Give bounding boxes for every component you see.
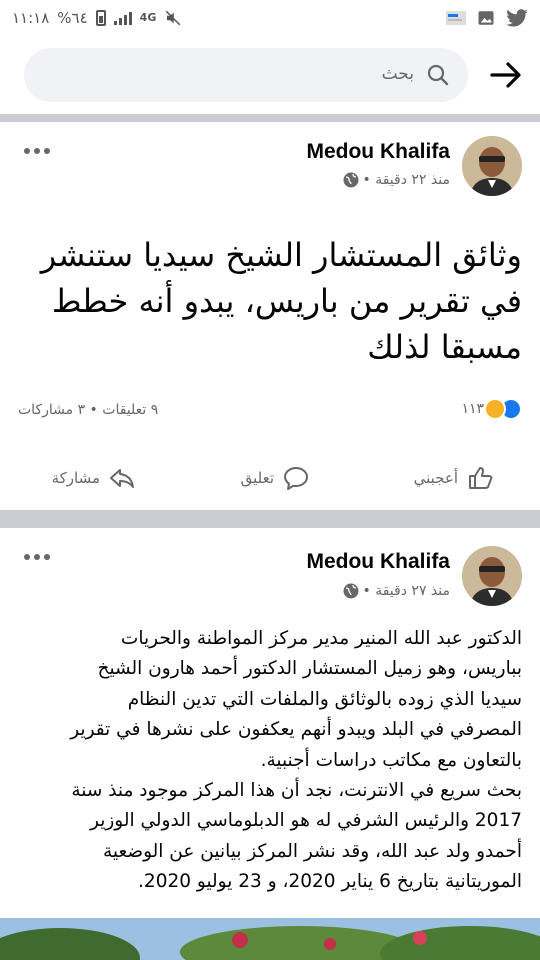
post-card: Medou Khalifa منذ ٢٧ دقيقة • الدكتور عبد… — [0, 528, 540, 960]
post-meta: منذ ٢٧ دقيقة • — [343, 583, 450, 599]
like-label: أعجبني — [413, 469, 458, 487]
section-divider — [0, 510, 540, 528]
signal-icon — [113, 11, 132, 25]
search-input[interactable]: بحث — [24, 48, 468, 102]
post-line: 2017 والرئيس الشرفي له هو الدبلوماسي الد… — [90, 810, 522, 832]
reactions-summary[interactable]: ١١٣ — [461, 398, 522, 420]
comment-button[interactable]: تعليق — [241, 456, 310, 500]
comment-icon — [284, 467, 308, 490]
status-right — [446, 9, 528, 27]
like-button[interactable]: أعجبني — [414, 456, 494, 500]
section-divider — [0, 114, 540, 122]
post-meta: منذ ٢٢ دقيقة • — [343, 172, 450, 188]
share-label: مشاركة — [51, 469, 100, 487]
post-line: أحمدو ولد عبد الله، وقد نشر المركز بياني… — [102, 840, 522, 862]
search-header: بحث — [0, 46, 540, 104]
post-time[interactable]: منذ ٢٢ دقيقة • — [363, 172, 450, 188]
search-placeholder: بحث — [381, 64, 414, 84]
avatar[interactable] — [462, 136, 522, 196]
back-arrow-icon[interactable] — [488, 60, 522, 90]
notification-icon — [446, 11, 466, 25]
post-text: وثائق المستشار الشيخ سيديا ستنشر في تقري… — [40, 236, 522, 366]
battery-percent: %٦٤ — [57, 9, 88, 27]
post-card: Medou Khalifa منذ ٢٢ دقيقة • وثائق المست… — [0, 122, 540, 510]
gallery-icon — [478, 11, 494, 25]
search-icon — [427, 64, 449, 86]
post-line: بباريس، وهو زميل المستشار الدكتور أحمد ه… — [97, 658, 523, 680]
reaction-icons — [484, 398, 522, 420]
like-icon — [469, 467, 493, 489]
more-options-icon[interactable] — [24, 146, 54, 156]
post-actions: أعجبني تعليق مشاركة — [0, 456, 540, 500]
comments-shares-count[interactable]: ٩ تعليقات • ٣ مشاركات — [18, 402, 158, 418]
mute-icon — [166, 10, 181, 26]
post-line: بحث سريع في الانترنت، نجد أن هذا المركز … — [71, 780, 522, 802]
avatar-image — [462, 136, 522, 196]
clock: ١١:١٨ — [12, 9, 50, 27]
status-bar: ١١:١٨ %٦٤ 4G — [0, 0, 540, 36]
post-author[interactable]: Medou Khalifa — [306, 550, 450, 574]
post-line: الدكتور عبد الله المنير مدير مركز المواط… — [120, 628, 522, 649]
more-options-icon[interactable] — [24, 552, 54, 562]
network-type: 4G — [139, 11, 157, 24]
photo-image — [0, 918, 540, 960]
post-time[interactable]: منذ ٢٧ دقيقة • — [363, 583, 450, 599]
status-left: ١١:١٨ %٦٤ 4G — [12, 9, 182, 27]
post-line: الموريتانية بتاريخ 6 يناير 2020، و 23 يو… — [138, 871, 522, 893]
twitter-icon — [506, 9, 528, 27]
avatar[interactable] — [462, 546, 522, 606]
post-photo[interactable] — [0, 918, 540, 960]
post-author[interactable]: Medou Khalifa — [306, 140, 450, 164]
battery-icon — [95, 10, 106, 26]
share-icon — [110, 469, 134, 488]
share-button[interactable]: مشاركة — [52, 456, 136, 500]
post-line: بالتعاون مع مكاتب دراسات أجنبية. — [260, 749, 522, 771]
wow-reaction-icon — [484, 398, 506, 420]
reactions-count: ١١٣ — [461, 401, 484, 417]
globe-icon — [343, 172, 359, 188]
globe-icon — [343, 583, 359, 599]
avatar-image — [462, 546, 522, 606]
comment-label: تعليق — [240, 469, 274, 487]
post-body: الدكتور عبد الله المنير مدير مركز المواط… — [14, 624, 522, 898]
post-line: سيديا الذي زوده بالوثائق والملفات التي ت… — [127, 688, 522, 710]
post-line: المصرفي في البلد ويبدو أنهم يعكفون على ن… — [70, 719, 522, 741]
